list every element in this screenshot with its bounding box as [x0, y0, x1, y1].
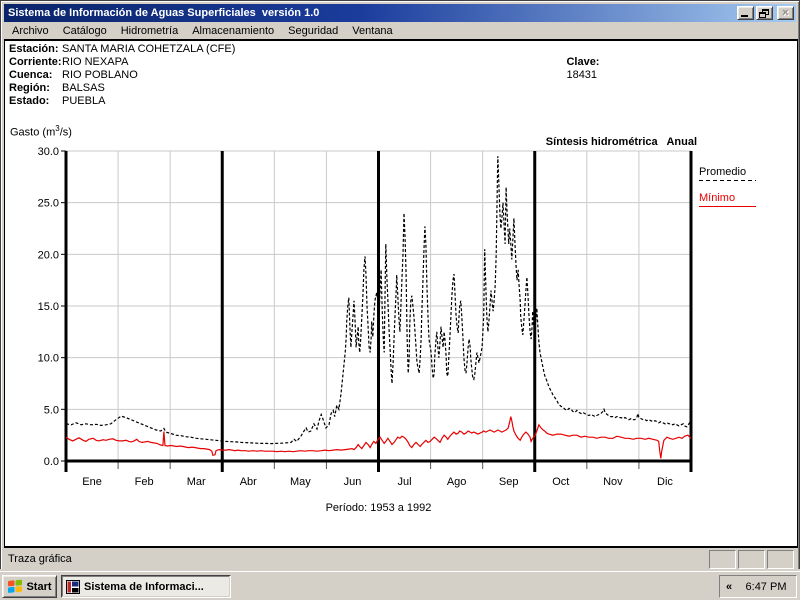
menu-item-archivo[interactable]: Archivo: [5, 23, 56, 39]
client-area: Estación:SANTA MARIA COHETZALA (CFE)Corr…: [4, 39, 798, 548]
window-controls: ×: [735, 6, 794, 20]
status-panel-3: [767, 550, 794, 569]
month-label-sep: Sep: [499, 476, 519, 488]
month-label-nov: Nov: [603, 476, 623, 488]
hydrometric-chart: 0.0 5.0 10.0 15.0 20.0 25.0 30.0 Ene Feb Mar Abr Ma…: [5, 41, 797, 546]
menu-bar: ArchivoCatálogoHidrometríaAlmacenamiento…: [4, 22, 796, 39]
menu-item-catalogo[interactable]: Catálogo: [56, 23, 114, 39]
legend-entry-promedio: Promedio: [699, 166, 795, 181]
y-tick-label: 15.0: [38, 301, 59, 313]
month-label-jun: Jun: [344, 476, 362, 488]
y-tick-label: 25.0: [38, 198, 59, 210]
menu-item-ventana[interactable]: Ventana: [345, 23, 399, 39]
system-tray: « 6:47 PM: [719, 575, 797, 598]
start-button[interactable]: Start: [2, 575, 57, 598]
tray-collapse-chevron[interactable]: «: [720, 581, 738, 593]
legend-label: Mínimo: [699, 192, 795, 205]
legend-entry-minimo: Mínimo: [699, 192, 795, 207]
y-tick-label: 5.0: [44, 404, 59, 416]
month-label-jul: Jul: [398, 476, 412, 488]
title-bar: Sistema de Información de Aguas Superfic…: [4, 4, 796, 22]
status-text: Traza gráfica: [4, 553, 72, 565]
month-label-abr: Abr: [240, 476, 257, 488]
month-label-feb: Feb: [135, 476, 154, 488]
period-caption: Período: 1953 a 1992: [326, 502, 432, 514]
y-tick-label: 10.0: [38, 353, 59, 365]
legend-line-sample: [699, 206, 756, 207]
minimize-icon: [741, 15, 748, 17]
month-label-mar: Mar: [187, 476, 206, 488]
app-window: Sistema de Información de Aguas Superfic…: [0, 0, 800, 571]
menu-item-hidrometria[interactable]: Hidrometría: [114, 23, 185, 39]
start-label: Start: [26, 581, 51, 593]
menu-item-almacenamiento[interactable]: Almacenamiento: [185, 23, 281, 39]
taskbar: Start Sistema de Informaci... « 6:47 PM: [0, 571, 800, 600]
taskbar-task-button[interactable]: Sistema de Informaci...: [61, 575, 231, 598]
status-bar: Traza gráfica: [4, 548, 796, 570]
taskbar-clock[interactable]: 6:47 PM: [738, 581, 796, 593]
month-label-dic: Dic: [657, 476, 673, 488]
legend-label: Promedio: [699, 166, 795, 179]
restore-button[interactable]: [756, 6, 773, 20]
minimize-button[interactable]: [737, 6, 754, 20]
month-label-ene: Ene: [82, 476, 102, 488]
month-label-oct: Oct: [552, 476, 569, 488]
legend-line-sample: [699, 180, 756, 181]
close-button[interactable]: ×: [777, 6, 794, 20]
windows-logo-icon: [7, 579, 23, 594]
window-title: Sistema de Información de Aguas Superfic…: [8, 7, 319, 19]
menu-item-seguridad[interactable]: Seguridad: [281, 23, 345, 39]
y-tick-label: 20.0: [38, 249, 59, 261]
app-icon: [66, 580, 80, 594]
month-label-ago: Ago: [447, 476, 467, 488]
month-label-may: May: [290, 476, 311, 488]
close-icon: ×: [778, 7, 793, 19]
chart-legend: Promedio Mínimo: [699, 166, 795, 218]
y-tick-label: 30.0: [38, 146, 59, 158]
task-label: Sistema de Informaci...: [84, 581, 204, 593]
status-panel-1: [709, 550, 736, 569]
status-panel-2: [738, 550, 765, 569]
y-tick-label: 0.0: [44, 456, 59, 468]
